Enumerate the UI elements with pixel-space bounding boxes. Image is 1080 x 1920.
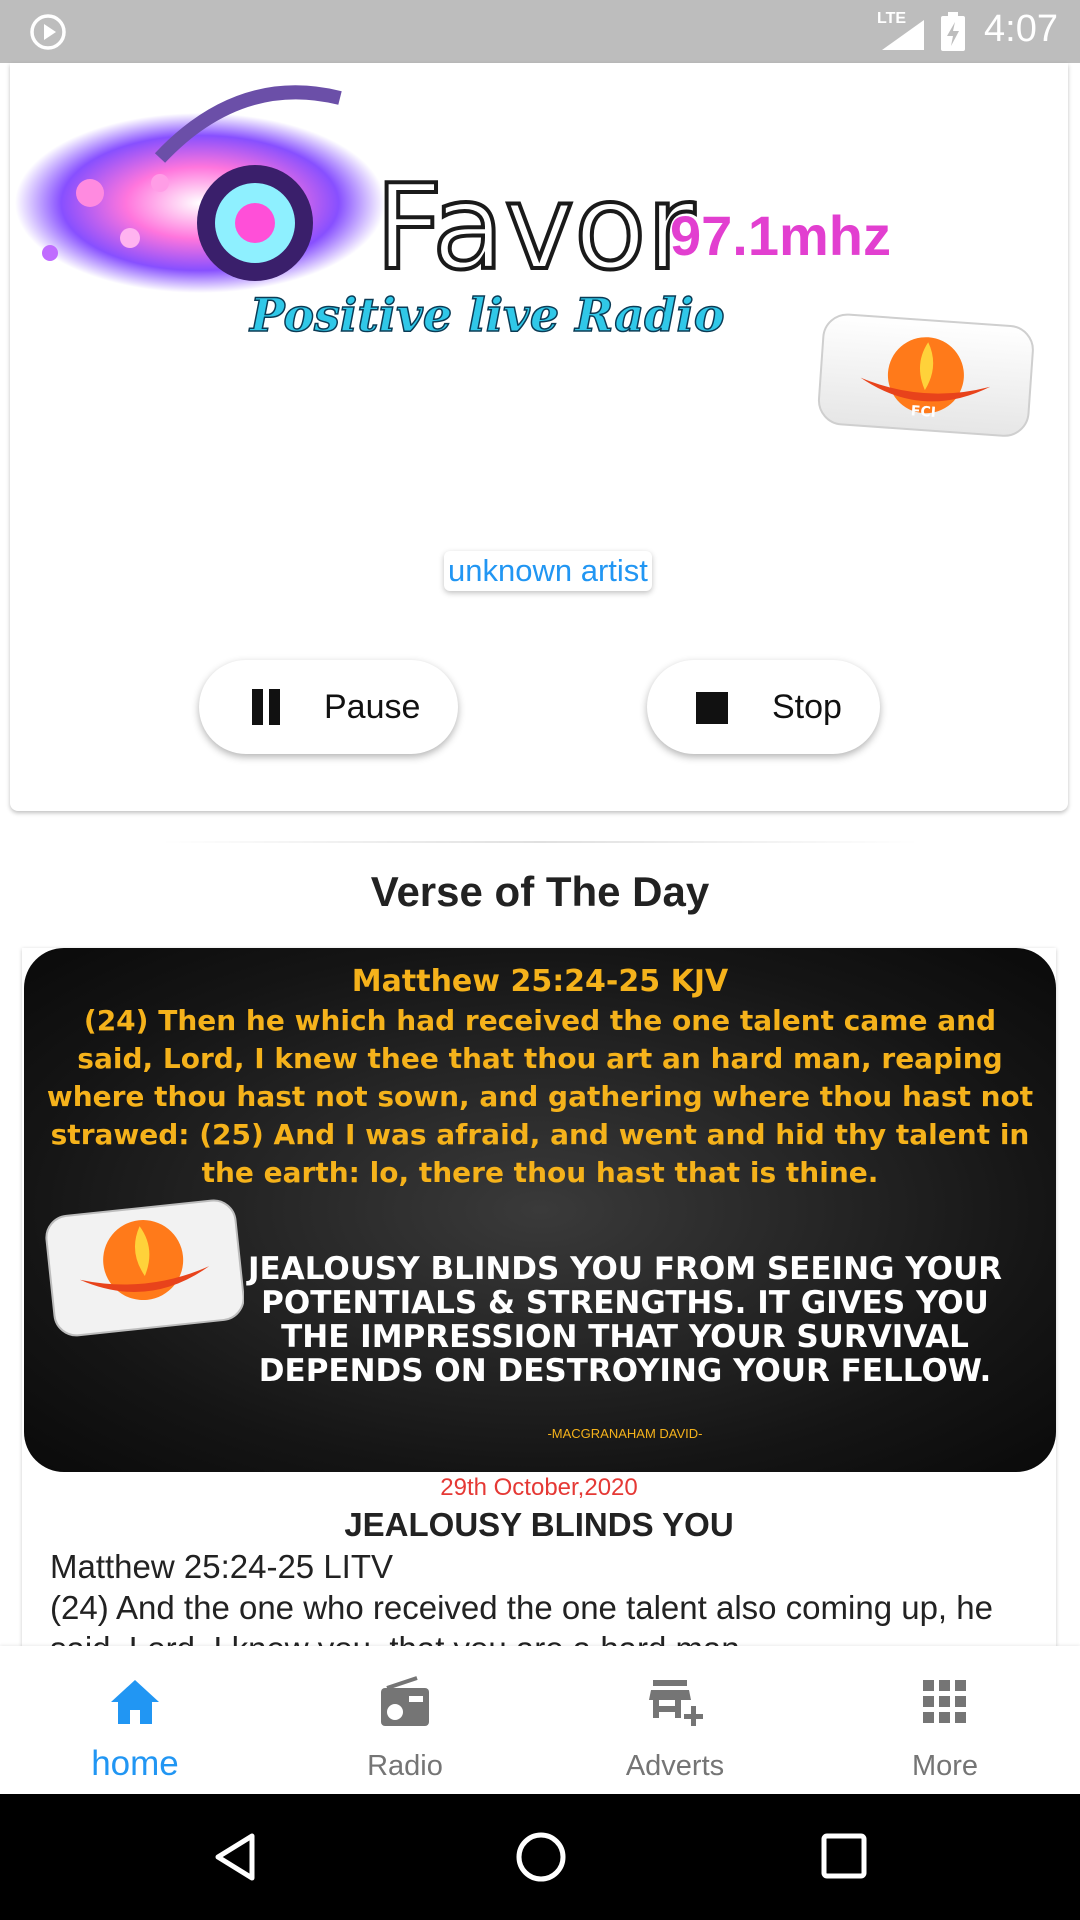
status-bar: LTE 4:07 [0,0,1080,63]
station-name: Favor [375,158,695,296]
verse-image-reference: Matthew 25:24-25 KJV [351,964,729,999]
station-banner: Favor 97.1mhz Positive live Radio FCI [15,85,1034,437]
pause-label: Pause [324,687,421,726]
section-title: Verse of The Day [370,868,710,915]
nav-adverts-label: Adverts [625,1750,725,1782]
pause-button[interactable]: Pause [199,660,458,754]
verse-body-reference: Matthew 25:24-25 LITV [50,1548,394,1585]
verse-body-text: (24) And the one who received the one ta… [50,1589,993,1648]
nav-more[interactable]: More [810,1646,1080,1794]
verse-image-quote: JEALOUSY BLINDS YOU FROM SEEING YOUR POT… [248,1251,1002,1389]
recents-icon[interactable] [820,1832,868,1880]
verse-heading: JEALOUSY BLINDS YOU [344,1506,734,1543]
station-tagline: Positive live Radio [248,288,725,342]
apps-grid-icon [923,1680,966,1723]
fci-logo: FCI [817,313,1034,437]
verse-image: Matthew 25:24-25 KJV (24) Then he which … [24,948,1056,1472]
stop-label: Stop [772,687,842,726]
play-notification-icon [30,14,66,50]
verse-image-text: (24) Then he which had received the one … [46,1004,1034,1189]
radio-icon [381,1676,429,1726]
nav-more-label: More [911,1750,979,1782]
battery-charging-icon [941,12,965,51]
nav-home-label: home [91,1744,179,1783]
headphone-art [15,85,385,293]
stop-button[interactable]: Stop [647,660,880,754]
nav-home[interactable]: home [0,1646,270,1794]
fci-logo-small [45,1199,244,1337]
stop-icon [692,687,732,727]
home-icon [111,1680,159,1724]
verse-image-signature: -MACGRANAHAM DAVID- [547,1426,703,1441]
nav-adverts[interactable]: Adverts [540,1646,810,1794]
system-navigation-bar [0,1794,1080,1920]
artist-label: unknown artist [444,551,652,591]
store-add-icon [649,1680,703,1726]
back-icon[interactable] [210,1832,260,1882]
verse-date: 29th October,2020 [440,1474,638,1501]
signal-icon [882,20,924,50]
verse-body: Matthew 25:24-25 LITV (24) And the one w… [50,1546,1040,1648]
nav-radio[interactable]: Radio [270,1646,540,1794]
logo-abbr: FCI [910,403,936,421]
pause-icon [244,687,284,727]
clock: 4:07 [984,8,1058,50]
station-frequency: 97.1mhz [670,204,891,267]
divider [160,841,920,843]
home-circle-icon[interactable] [514,1830,568,1884]
nav-radio-label: Radio [367,1750,443,1782]
player-card: Favor 97.1mhz Positive live Radio FCI un… [10,63,1068,811]
bottom-navigation: home Radio Adverts More [0,1646,1080,1794]
verse-card[interactable]: Matthew 25:24-25 KJV (24) Then he which … [22,948,1056,1648]
